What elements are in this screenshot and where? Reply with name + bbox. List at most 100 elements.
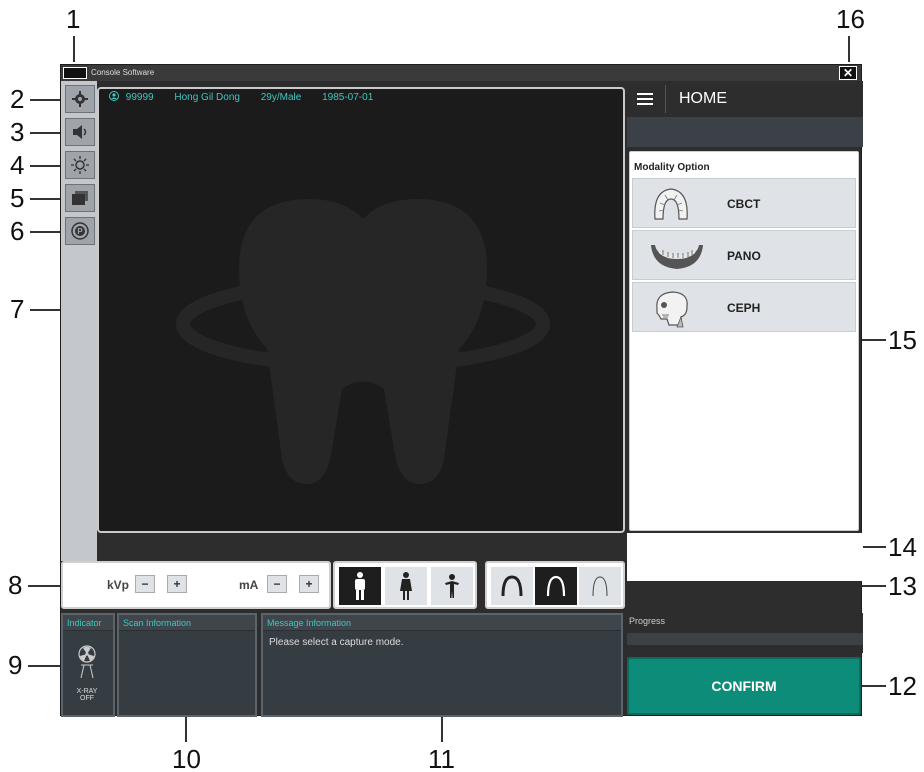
kvp-minus-button[interactable]: − — [135, 575, 155, 593]
modality-cbct-card[interactable]: CBCT — [632, 178, 856, 228]
arch-large-icon — [501, 575, 523, 597]
home-bar: HOME — [627, 81, 863, 117]
arch-medium-icon — [546, 575, 566, 597]
xray-indicator: X-RAY OFF — [69, 645, 105, 702]
home-title: HOME — [679, 90, 727, 107]
app-icon[interactable] — [63, 67, 87, 79]
app-title: Console Software — [91, 68, 155, 77]
arch-large-button[interactable] — [491, 567, 533, 605]
progress-panel: Progress — [627, 613, 863, 653]
callout-13: 13 — [888, 571, 917, 601]
exposure-control-bar: kVp − + mA − + — [61, 561, 331, 609]
svg-text:P: P — [77, 227, 83, 236]
callout-line-9 — [28, 665, 62, 667]
message-text: Please select a capture mode. — [269, 637, 404, 648]
callout-line-10 — [185, 716, 187, 742]
right-panel: HOME Modality Option CBCT PANO CEPH — [627, 81, 863, 609]
callout-line-1 — [73, 36, 75, 62]
cbct-arch-icon — [654, 188, 688, 220]
scan-info-panel: Scan Information — [117, 613, 257, 717]
female-icon — [400, 572, 412, 600]
console-app-window: Console Software ✕ P 99999 Hong Gil Dong… — [60, 64, 863, 717]
annotated-screenshot: 1 2 3 4 5 6 7 8 9 10 11 12 13 14 15 16 C… — [0, 0, 924, 772]
callout-line-12 — [860, 685, 886, 687]
pano-jaw-icon — [651, 245, 703, 269]
callout-line-16 — [848, 36, 850, 62]
parameter-button[interactable]: P — [65, 217, 95, 245]
callout-line-15 — [860, 339, 886, 341]
layers-icon — [72, 191, 88, 205]
ma-plus-button[interactable]: + — [299, 575, 319, 593]
light-button[interactable] — [65, 151, 95, 179]
callout-line-6 — [30, 231, 64, 233]
arch-size-selector — [485, 561, 625, 609]
right-panel-lower — [627, 533, 863, 581]
male-adult-button[interactable] — [339, 567, 381, 605]
sound-button[interactable] — [65, 118, 95, 146]
callout-line-8 — [28, 585, 62, 587]
arch-medium-button[interactable] — [535, 567, 577, 605]
message-info-panel: Message Information Please select a capt… — [261, 613, 623, 717]
arch-small-button[interactable] — [579, 567, 621, 605]
callout-line-4 — [30, 165, 64, 167]
left-toolbar: P — [61, 81, 97, 561]
callout-2: 2 — [10, 84, 25, 114]
callout-7: 7 — [10, 294, 25, 324]
callout-3: 3 — [10, 117, 25, 147]
male-icon — [355, 572, 365, 600]
arch-small-icon — [592, 576, 608, 597]
callout-8: 8 — [8, 570, 23, 600]
sun-icon — [71, 156, 89, 174]
callout-12: 12 — [888, 671, 917, 701]
kvp-plus-button[interactable]: + — [167, 575, 187, 593]
speaker-icon — [73, 125, 87, 139]
callout-4: 4 — [10, 150, 25, 180]
child-icon — [445, 574, 459, 598]
scan-info-header: Scan Information — [119, 615, 255, 631]
callout-line-3 — [30, 132, 64, 134]
xray-status: X-RAY OFF — [76, 688, 98, 702]
p-circle-icon: P — [71, 222, 89, 240]
home-subbar — [627, 117, 863, 147]
indicator-panel: Indicator X-RAY OFF — [61, 613, 115, 717]
patient-type-selector — [333, 561, 477, 609]
radiation-icon — [78, 645, 96, 679]
callout-11: 11 — [428, 744, 455, 772]
callout-line-11 — [441, 716, 443, 742]
female-adult-button[interactable] — [385, 567, 427, 605]
callout-16: 16 — [836, 4, 865, 34]
callout-line-2 — [30, 99, 64, 101]
gear-icon — [72, 91, 88, 107]
title-bar: Console Software ✕ — [61, 65, 861, 81]
home-divider — [665, 85, 666, 113]
modality-option-header: Modality Option — [634, 162, 710, 173]
modality-ceph-card[interactable]: CEPH — [632, 282, 856, 332]
close-button[interactable]: ✕ — [839, 66, 857, 80]
callout-10: 10 — [172, 744, 201, 772]
menu-icon[interactable] — [637, 93, 653, 105]
callout-15: 15 — [888, 325, 917, 355]
modality-pano-card[interactable]: PANO — [632, 230, 856, 280]
modality-option-panel: Modality Option CBCT PANO CEPH — [629, 151, 859, 531]
progress-bar — [627, 633, 863, 645]
callout-1: 1 — [66, 4, 81, 34]
ma-label: mA — [239, 578, 259, 592]
ceph-skull-icon — [656, 291, 688, 328]
confirm-button[interactable]: CONFIRM — [627, 657, 861, 715]
modality-pano-label: PANO — [727, 249, 761, 263]
modality-cbct-label: CBCT — [727, 197, 761, 211]
indicator-header: Indicator — [63, 615, 113, 631]
progress-header: Progress — [629, 616, 666, 626]
tooth-watermark-icon — [176, 199, 550, 484]
callout-5: 5 — [10, 183, 25, 213]
image-viewer[interactable]: 99999 Hong Gil Dong 29y/Male 1985-07-01 — [97, 87, 625, 533]
window-button[interactable] — [65, 184, 95, 212]
child-button[interactable] — [431, 567, 473, 605]
modality-ceph-label: CEPH — [727, 301, 761, 315]
settings-button[interactable] — [65, 85, 95, 113]
ma-minus-button[interactable]: − — [267, 575, 287, 593]
callout-line-5 — [30, 198, 64, 200]
callout-14: 14 — [888, 532, 917, 562]
message-info-header: Message Information — [263, 615, 621, 631]
callout-6: 6 — [10, 216, 25, 246]
